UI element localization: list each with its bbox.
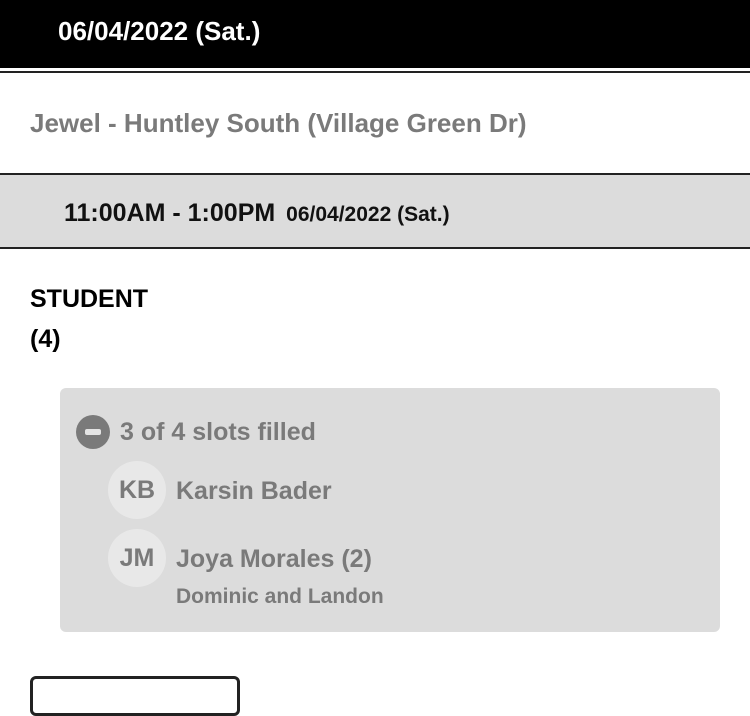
volunteer-detail: Dominic and Landon <box>176 585 384 608</box>
shift-time-bar[interactable]: 11:00AM - 1:00PM 06/04/2022 (Sat.) <box>0 173 750 249</box>
date-header: 06/04/2022 (Sat.) <box>0 0 750 68</box>
action-button[interactable] <box>30 676 240 716</box>
volunteer-name: Karsin Bader <box>176 477 332 505</box>
role-count: (4) <box>30 325 61 353</box>
volunteer-name: Joya Morales (2) <box>176 545 372 573</box>
role-title: STUDENT <box>30 285 149 313</box>
location-name: Jewel - Huntley South (Village Green Dr) <box>30 108 527 138</box>
avatar: JM <box>108 529 166 587</box>
slots-panel: 3 of 4 slots filled KB Karsin Bader JM J… <box>60 388 720 632</box>
shift-time-range: 11:00AM - 1:00PM <box>64 199 276 227</box>
divider <box>0 71 750 73</box>
shift-date: 06/04/2022 (Sat.) <box>286 203 450 226</box>
collapse-icon[interactable] <box>76 415 110 449</box>
avatar: KB <box>108 461 166 519</box>
slots-summary: 3 of 4 slots filled <box>120 418 316 446</box>
date-header-text: 06/04/2022 (Sat.) <box>58 16 261 46</box>
